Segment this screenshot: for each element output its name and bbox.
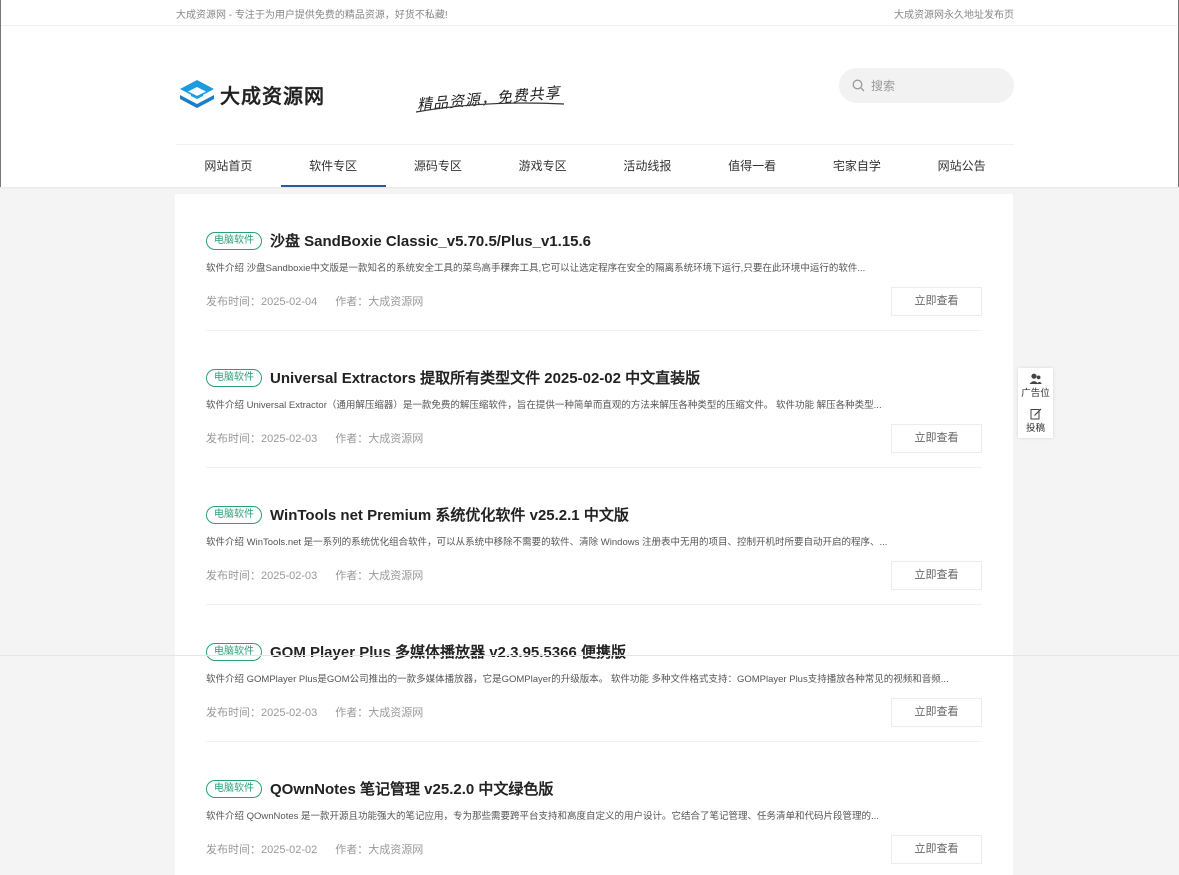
post-item: 电脑软件 沙盘 SandBoxie Classic_v5.70.5/Plus_v… bbox=[206, 194, 982, 331]
post-list: 电脑软件 沙盘 SandBoxie Classic_v5.70.5/Plus_v… bbox=[175, 194, 1013, 875]
view-now-button[interactable]: 立即查看 bbox=[891, 287, 982, 316]
ad-slot-button[interactable]: 广告位 bbox=[1018, 368, 1053, 403]
site-tagline: 大成资源网 - 专注于为用户提供免费的精品资源，好货不私藏! bbox=[176, 9, 448, 21]
nav-item-announcements[interactable]: 网站公告 bbox=[909, 145, 1014, 187]
post-date: 发布时间：2025-02-04 bbox=[206, 296, 318, 308]
post-title-link[interactable]: WinTools net Premium 系统优化软件 v25.2.1 中文版 bbox=[270, 504, 629, 525]
post-meta: 发布时间：2025-02-03 作者：大成资源网 bbox=[206, 704, 423, 720]
post-title-link[interactable]: QOwnNotes 笔记管理 v25.2.0 中文绿色版 bbox=[270, 778, 553, 799]
category-badge[interactable]: 电脑软件 bbox=[206, 231, 262, 250]
logo-text: 大成资源网 bbox=[220, 83, 325, 108]
post-author: 作者：大成资源网 bbox=[335, 296, 424, 308]
view-now-button[interactable]: 立即查看 bbox=[891, 835, 982, 864]
category-badge[interactable]: 电脑软件 bbox=[206, 642, 262, 661]
post-excerpt: 软件介绍 Universal Extractor（通用解压缩器）是一款免费的解压… bbox=[206, 400, 882, 411]
post-meta: 发布时间：2025-02-04 作者：大成资源网 bbox=[206, 293, 423, 309]
top-bar: 大成资源网 - 专注于为用户提供免费的精品资源，好货不私藏! 大成资源网永久地址… bbox=[1, 0, 1178, 26]
search-input[interactable] bbox=[871, 78, 1001, 93]
post-meta: 发布时间：2025-02-02 作者：大成资源网 bbox=[206, 841, 423, 857]
ad-slot-label: 广告位 bbox=[1021, 387, 1050, 399]
category-badge[interactable]: 电脑软件 bbox=[206, 505, 262, 524]
category-badge[interactable]: 电脑软件 bbox=[206, 779, 262, 798]
nav-item-source-code[interactable]: 源码专区 bbox=[386, 145, 491, 187]
view-now-button[interactable]: 立即查看 bbox=[891, 698, 982, 727]
floating-sidebar: 广告位 投稿 bbox=[1018, 368, 1053, 438]
users-icon bbox=[1029, 373, 1042, 384]
nav-item-self-study[interactable]: 宅家自学 bbox=[805, 145, 910, 187]
permanent-address-link[interactable]: 大成资源网永久地址发布页 bbox=[894, 6, 1014, 21]
post-date: 发布时间：2025-02-02 bbox=[206, 844, 318, 856]
post-author: 作者：大成资源网 bbox=[335, 844, 424, 856]
nav-item-deals[interactable]: 活动线报 bbox=[595, 145, 700, 187]
site-header: 大成资源网 - 专注于为用户提供免费的精品资源，好货不私藏! 大成资源网永久地址… bbox=[0, 0, 1179, 187]
edit-icon bbox=[1030, 408, 1041, 419]
divider-line bbox=[0, 655, 1179, 656]
post-author: 作者：大成资源网 bbox=[335, 433, 424, 445]
nav-item-worth-watching[interactable]: 值得一看 bbox=[700, 145, 805, 187]
brand-row: 大成资源网 精品资源，免费共享 bbox=[176, 26, 1014, 144]
post-excerpt: 软件介绍 GOMPlayer Plus是GOM公司推出的一款多媒体播放器，它是G… bbox=[206, 674, 949, 685]
post-author: 作者：大成资源网 bbox=[335, 707, 424, 719]
post-item: 电脑软件 GOM Player Plus 多媒体播放器 v2.3.95.5366… bbox=[206, 605, 982, 742]
post-title-link[interactable]: 沙盘 SandBoxie Classic_v5.70.5/Plus_v1.15.… bbox=[270, 230, 591, 251]
post-item: 电脑软件 Universal Extractors 提取所有类型文件 2025-… bbox=[206, 331, 982, 468]
post-excerpt: 软件介绍 QOwnNotes 是一款开源且功能强大的笔记应用，专为那些需要跨平台… bbox=[206, 811, 879, 822]
post-item: 电脑软件 QOwnNotes 笔记管理 v25.2.0 中文绿色版 软件介绍 Q… bbox=[206, 742, 982, 875]
submit-post-button[interactable]: 投稿 bbox=[1018, 403, 1053, 438]
slogan: 精品资源，免费共享 bbox=[414, 64, 574, 118]
view-now-button[interactable]: 立即查看 bbox=[891, 561, 982, 590]
category-badge[interactable]: 电脑软件 bbox=[206, 368, 262, 387]
post-excerpt: 软件介绍 WinTools.net 是一系列的系统优化组合软件，可以从系统中移除… bbox=[206, 537, 888, 548]
post-meta: 发布时间：2025-02-03 作者：大成资源网 bbox=[206, 430, 423, 446]
main-nav: 网站首页 软件专区 源码专区 游戏专区 活动线报 值得一看 宅家自学 网站公告 bbox=[176, 144, 1014, 187]
site-logo[interactable]: 大成资源网 bbox=[178, 78, 325, 110]
post-excerpt: 软件介绍 沙盘Sandboxie中文版是一款知名的系统安全工具的菜鸟高手稞奔工具… bbox=[206, 263, 866, 274]
post-author: 作者：大成资源网 bbox=[335, 570, 424, 582]
post-item: 电脑软件 WinTools net Premium 系统优化软件 v25.2.1… bbox=[206, 468, 982, 605]
logo-icon bbox=[180, 80, 214, 108]
post-date: 发布时间：2025-02-03 bbox=[206, 570, 318, 582]
nav-item-software[interactable]: 软件专区 bbox=[280, 145, 386, 187]
post-meta: 发布时间：2025-02-03 作者：大成资源网 bbox=[206, 567, 423, 583]
slogan-underline bbox=[415, 102, 565, 113]
search-box[interactable] bbox=[839, 68, 1014, 103]
post-date: 发布时间：2025-02-03 bbox=[206, 707, 318, 719]
post-date: 发布时间：2025-02-03 bbox=[206, 433, 318, 445]
nav-item-home[interactable]: 网站首页 bbox=[176, 145, 281, 187]
nav-item-games[interactable]: 游戏专区 bbox=[490, 145, 595, 187]
post-title-link[interactable]: GOM Player Plus 多媒体播放器 v2.3.95.5366 便携版 bbox=[270, 641, 626, 662]
view-now-button[interactable]: 立即查看 bbox=[891, 424, 982, 453]
post-title-link[interactable]: Universal Extractors 提取所有类型文件 2025-02-02… bbox=[270, 367, 700, 388]
submit-label: 投稿 bbox=[1025, 422, 1045, 434]
search-icon bbox=[852, 79, 865, 92]
